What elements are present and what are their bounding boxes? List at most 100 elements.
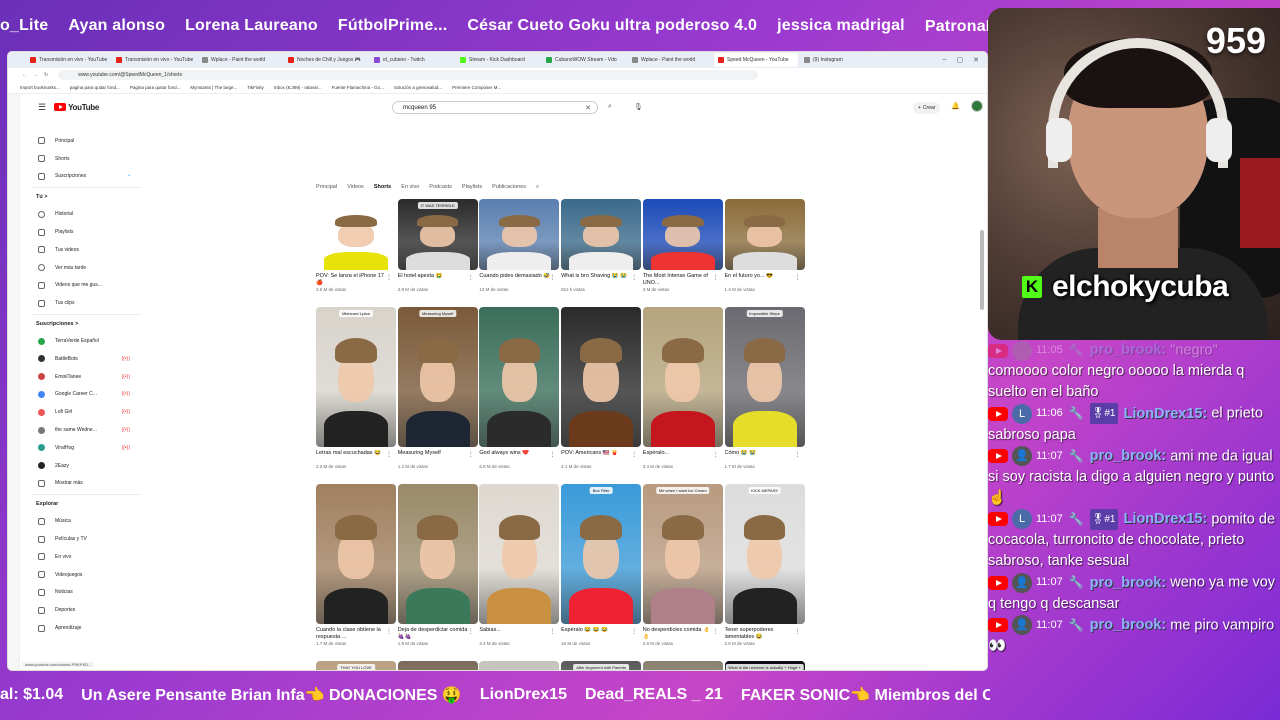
short-card[interactable]: POV: Se lanza el iPhone 17 🍎 ⋮ 2.5 M de vi… <box>316 199 396 292</box>
short-thumbnail[interactable]: KICK MEPASS <box>724 484 805 624</box>
sidebar-item[interactable]: 2Eazy <box>32 457 142 475</box>
short-title[interactable]: POV: Americans 🇺🇸 🍟 <box>561 450 641 464</box>
more-options-icon[interactable]: ⋮ <box>795 274 801 281</box>
sidebar-item[interactable]: Shorts <box>32 150 142 168</box>
short-thumbnail[interactable]: After Argument with Parents <box>561 661 642 670</box>
short-title[interactable]: The Most Intense Game of UNO... <box>643 273 723 287</box>
short-card[interactable]: Box Filler Espéralo 😂 😂 😂 ⋮ 16 M de vistas <box>561 484 642 646</box>
more-options-icon[interactable]: ⋮ <box>386 451 392 458</box>
short-thumbnail[interactable]: Measuring Myself <box>397 307 478 447</box>
short-thumbnail[interactable]: What is the universe is actually + Huge … <box>724 661 805 670</box>
more-options-icon[interactable]: ⋮ <box>631 628 637 635</box>
short-thumbnail[interactable]: Box Filler <box>561 484 642 624</box>
more-options-icon[interactable]: ⋮ <box>795 628 801 635</box>
short-card[interactable]: Measuring Myself Measuring Myself ⋮ 1.2 M d… <box>397 307 478 469</box>
bookmark-item[interactable]: Pagina para quitar fond... <box>130 85 181 90</box>
maximize-icon[interactable]: ▢ <box>957 56 964 64</box>
short-title[interactable]: POV: Se lanza el iPhone 17 🍎 <box>316 273 396 287</box>
sidebar-item[interactable]: Google Career C... ((•)) <box>32 386 142 404</box>
short-thumbnail[interactable] <box>479 661 560 670</box>
tab-en-vivo[interactable]: En vivo <box>401 184 419 191</box>
browser-tab[interactable]: Speed McQueen - YouTube <box>714 53 798 67</box>
short-title[interactable]: Cuando la clase obtiene la respuesta ... <box>316 627 396 641</box>
back-icon[interactable]: ← <box>22 72 27 78</box>
sidebar-item[interactable]: BattleBots ((•)) <box>32 350 142 368</box>
short-thumbnail[interactable]: Misheard Lyrics <box>316 307 396 447</box>
scrollbar-thumb[interactable] <box>980 230 984 310</box>
tab-playlists[interactable]: Playlists <box>462 184 482 191</box>
short-thumbnail[interactable] <box>479 307 560 447</box>
sidebar-item[interactable]: Videojuegos <box>32 566 142 584</box>
short-thumbnail[interactable]: IT WAS TERRIBLE <box>397 199 478 270</box>
account-avatar[interactable] <box>971 100 983 112</box>
sidebar-item[interactable]: Videos que me gus... <box>32 277 142 295</box>
short-card[interactable] <box>479 661 560 670</box>
short-card[interactable]: Deja de desperdiciar comida 🍇🍇 ⋮ 1.9 M de … <box>397 484 478 646</box>
sidebar-item[interactable]: En vivo <box>32 548 142 566</box>
short-title[interactable]: Espéralo 😂 😂 😂 <box>561 627 641 641</box>
short-card[interactable]: IT WAS TERRIBLE El hotel apesta 🤮 ⋮ 2.8 M d… <box>397 199 478 292</box>
short-thumbnail[interactable] <box>724 199 805 270</box>
menu-icon[interactable]: ☰ <box>38 102 46 113</box>
sidebar-item[interactable]: Historial <box>32 205 142 223</box>
short-title[interactable]: Sabias... <box>479 627 559 641</box>
sidebar-item[interactable]: EmoiiTanee ((•)) <box>32 368 142 386</box>
sidebar-item[interactable]: Tus videos <box>32 241 142 259</box>
sidebar-item[interactable]: Música <box>32 512 142 530</box>
bookmark-item[interactable]: Import bookmarks... <box>20 85 60 90</box>
bookmark-item[interactable]: Fuente Flamachina - Go... <box>332 85 384 90</box>
sidebar-item[interactable]: Aprendizaje <box>32 619 142 637</box>
short-thumbnail[interactable] <box>316 484 396 624</box>
short-title[interactable]: Espéralo... <box>643 450 723 464</box>
sidebar-item[interactable]: Suscripciones • <box>32 168 142 186</box>
short-title[interactable]: Deja de desperdiciar comida 🍇🍇 <box>398 627 478 641</box>
tab-shorts[interactable]: Shorts <box>374 184 391 191</box>
short-title[interactable]: No desperdicies comida 👌👌 <box>643 627 723 641</box>
browser-tab[interactable]: Transmisión en vivo - YouTube <box>26 53 110 67</box>
bell-icon[interactable]: 🔔 <box>951 102 960 110</box>
short-card[interactable]: Cuando pides demasiado 🤣 ⋮ 13 M de vistas <box>479 199 560 292</box>
short-thumbnail[interactable]: Me when I want Ice Cream <box>642 484 723 624</box>
bookmark-item[interactable]: Premiere Composer M... <box>452 85 501 90</box>
tab-principal[interactable]: Principal <box>316 184 337 191</box>
bookmark-item[interactable]: TikFinity <box>247 85 264 90</box>
more-options-icon[interactable]: ⋮ <box>386 274 392 281</box>
short-title[interactable]: What is bro Shaving 😭 😭 <box>561 273 641 287</box>
sidebar-item[interactable]: Playlists <box>32 223 142 241</box>
search-input[interactable]: mcqueen 95 ✕ <box>392 101 598 114</box>
more-options-icon[interactable]: ⋮ <box>468 451 474 458</box>
short-card[interactable]: The Most Intense Game of UNO... ⋮ 3 M de v… <box>642 199 723 292</box>
short-card[interactable]: POV: Americans 🇺🇸 🍟 ⋮ 4.1 M de vistas <box>561 307 642 469</box>
create-button[interactable]: + Crear <box>913 102 941 114</box>
short-title[interactable]: Cuando pides demasiado 🤣 <box>479 273 559 287</box>
short-card[interactable]: THAT YOU LOVE <box>316 661 396 670</box>
more-options-icon[interactable]: ⋮ <box>713 628 719 635</box>
sidebar-item[interactable]: TerraVerde Español <box>32 332 142 350</box>
short-thumbnail[interactable] <box>479 484 560 624</box>
bookmark-item[interactable]: pagina para quitar fond... <box>70 85 120 90</box>
more-options-icon[interactable]: ⋮ <box>468 628 474 635</box>
short-card[interactable]: Misheard Lyrics Letras mal escuchadas 😂 ⋮ 2… <box>316 307 396 469</box>
sidebar-item[interactable]: the same Wedne... ((•)) <box>32 421 142 439</box>
forward-icon[interactable]: → <box>33 72 38 78</box>
short-card[interactable]: Espéralo... ⋮ 3.4 M de vistas <box>642 307 723 469</box>
tab-publicaciones[interactable]: Publicaciones <box>492 184 526 191</box>
short-thumbnail[interactable]: THAT YOU LOVE <box>316 661 396 670</box>
sidebar-item[interactable]: Principal <box>32 132 142 150</box>
sidebar-item[interactable]: Ver más tarde <box>32 259 142 277</box>
browser-tab[interactable]: Wplace - Paint the world <box>198 53 282 67</box>
youtube-logo[interactable]: YouTube <box>54 103 99 112</box>
browser-tab[interactable]: el_cubano - Twitch <box>370 53 454 67</box>
short-thumbnail[interactable] <box>561 307 642 447</box>
short-thumbnail[interactable] <box>316 199 396 270</box>
short-thumbnail[interactable] <box>561 199 642 270</box>
more-options-icon[interactable]: ⋮ <box>795 451 801 458</box>
short-title[interactable]: El hotel apesta 🤮 <box>398 273 478 287</box>
sidebar-item[interactable]: Deportes <box>32 601 142 619</box>
short-card[interactable]: En el futuro yo... 😎 ⋮ 1.4 M de vistas <box>724 199 805 292</box>
short-thumbnail[interactable] <box>642 307 723 447</box>
short-thumbnail[interactable] <box>397 661 478 670</box>
short-title[interactable]: Letras mal escuchadas 😂 <box>316 450 396 464</box>
short-thumbnail[interactable] <box>479 199 560 270</box>
more-options-icon[interactable]: ⋮ <box>386 628 392 635</box>
